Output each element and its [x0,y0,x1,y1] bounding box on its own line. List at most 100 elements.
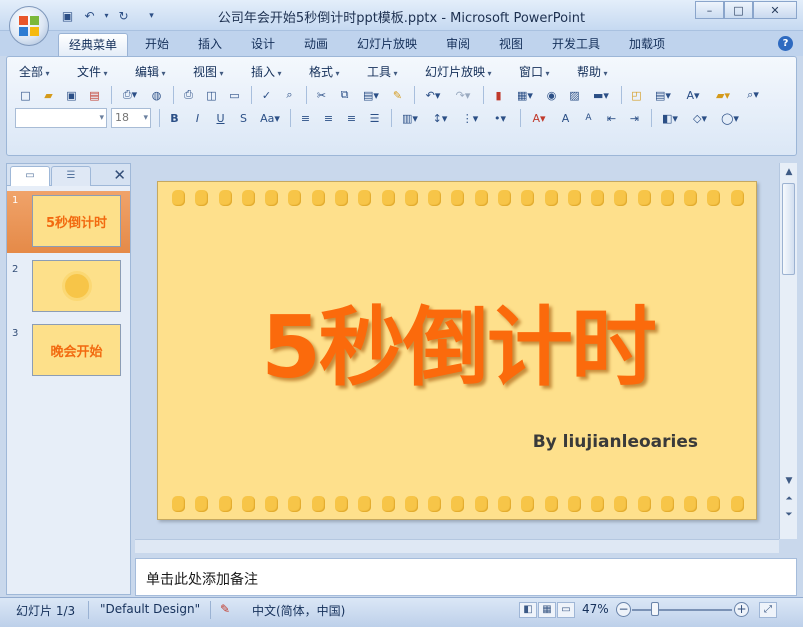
clip-art-icon[interactable]: ◉ [541,85,562,105]
underline-icon[interactable]: U [210,108,231,128]
change-case-icon[interactable]: Aa▾ [256,108,284,128]
redo-icon[interactable]: ↷▾ [449,85,477,105]
shadow-icon[interactable]: S [233,108,254,128]
zoom-level[interactable]: 47% [582,602,609,616]
decrease-indent-icon[interactable]: ⇤ [601,108,622,128]
next-slide-icon[interactable]: ⏷ [781,507,797,523]
office-button[interactable] [9,6,49,46]
close-button[interactable]: ✕ [753,1,797,19]
justify-icon[interactable]: ☰ [364,108,385,128]
table-icon[interactable]: ▦▾ [511,85,539,105]
align-right-icon[interactable]: ≡ [341,108,362,128]
slides-tab-icon[interactable]: ▭ [10,166,50,186]
slideshow-view-icon[interactable]: ▭ [557,602,575,618]
help-icon[interactable]: ? [778,36,793,51]
picture-icon[interactable]: ▨ [564,85,585,105]
zoom-icon[interactable]: ⌕▾ [739,85,767,105]
outline-tab-icon[interactable]: ☰ [51,166,91,186]
tab-developer[interactable]: 开发工具 [542,33,610,56]
close-pane-icon[interactable]: ✕ [113,166,126,184]
zoom-out-button[interactable]: − [616,602,631,617]
notes-pane[interactable]: 单击此处添加备注 [135,558,797,596]
paste-icon[interactable]: ▤▾ [357,85,385,105]
print-icon[interactable]: ⎙ [178,85,199,105]
open-icon[interactable]: ▰ [38,85,59,105]
slide-title[interactable]: 5秒倒计时 [158,277,758,402]
format-painter-icon[interactable]: ✎ [387,85,408,105]
tab-review[interactable]: 审阅 [436,33,480,56]
new-slide-icon[interactable]: ◰ [626,85,647,105]
menu-all[interactable]: 全部 [19,63,50,80]
fill-color-icon[interactable]: ▬▾ [587,85,615,105]
zoom-slider-knob[interactable] [651,602,659,616]
grow-font-icon[interactable]: A [555,108,576,128]
italic-icon[interactable]: I [187,108,208,128]
copy-icon[interactable]: ⧉ [334,85,355,105]
print-preview-icon[interactable]: ⎙▾ [116,85,144,105]
spelling-icon[interactable]: ✓ [256,85,277,105]
shrink-font-icon[interactable]: A [578,108,599,128]
text-box-icon[interactable]: A▾ [679,85,707,105]
chart-icon[interactable]: ▮ [488,85,509,105]
tab-insert[interactable]: 插入 [188,33,232,56]
layout-icon[interactable]: ▤▾ [649,85,677,105]
find-icon[interactable]: ⌕ [279,85,300,105]
preview-icon[interactable]: ◫ [201,85,222,105]
menu-slideshow[interactable]: 幻灯片放映 [425,63,492,80]
permission-icon[interactable]: ▤ [84,85,105,105]
menu-view[interactable]: 视图 [193,63,224,80]
normal-view-icon[interactable]: ◧ [519,602,537,618]
font-color-icon[interactable]: A▾ [525,108,553,128]
align-center-icon[interactable]: ≡ [318,108,339,128]
align-left-icon[interactable]: ≡ [295,108,316,128]
menu-window[interactable]: 窗口 [519,63,550,80]
tab-slideshow[interactable]: 幻灯片放映 [347,33,427,56]
maximize-button[interactable]: □ [724,1,753,19]
scroll-down-icon[interactable]: ▼ [781,473,797,489]
save-icon[interactable]: ▣ [61,85,82,105]
menu-format[interactable]: 格式 [309,63,340,80]
menu-tools[interactable]: 工具 [367,63,398,80]
new-icon[interactable]: □ [15,85,36,105]
font-size-combo[interactable]: 18 [111,108,151,128]
menu-help[interactable]: 帮助 [577,63,608,80]
bullets-icon[interactable]: •▾ [486,108,514,128]
slide-thumbnail-1[interactable]: 1 5秒倒计时 [7,191,130,253]
bold-icon[interactable]: B [164,108,185,128]
minimize-button[interactable]: – [695,1,724,19]
fit-to-window-icon[interactable]: ⤢ [759,602,777,618]
cut-icon[interactable]: ✂ [311,85,332,105]
slide-subtitle[interactable]: By liujianleoaries [533,432,698,452]
scroll-up-icon[interactable]: ▲ [781,164,797,180]
slide-canvas[interactable]: 5秒倒计时 By liujianleoaries [157,181,757,520]
spellcheck-icon[interactable]: ✎ [220,602,230,616]
increase-indent-icon[interactable]: ⇥ [624,108,645,128]
zoom-slider[interactable] [632,609,732,611]
numbering-icon[interactable]: ⋮▾ [456,108,484,128]
previous-slide-icon[interactable]: ⏶ [781,491,797,507]
tab-view[interactable]: 视图 [489,33,533,56]
slide-thumbnail-2[interactable]: 2 [7,260,130,322]
arrange-icon[interactable]: ◧▾ [656,108,684,128]
line-spacing-icon[interactable]: ↕▾ [426,108,454,128]
menu-edit[interactable]: 编辑 [135,63,166,80]
shapes-icon[interactable]: ◇▾ [686,108,714,128]
slide-thumbnail-3[interactable]: 3 晚会开始 [7,324,130,386]
zoom-in-button[interactable]: + [734,602,749,617]
folder-icon[interactable]: ▰▾ [709,85,737,105]
scroll-thumb[interactable] [782,183,795,275]
columns-icon[interactable]: ▥▾ [396,108,424,128]
language-indicator[interactable]: 中文(简体，中国) [252,602,345,619]
tab-classic-menu[interactable]: 经典菜单 [58,33,129,56]
tab-animations[interactable]: 动画 [294,33,338,56]
shape-outline-icon[interactable]: ◯▾ [716,108,744,128]
font-name-combo[interactable] [15,108,107,128]
menu-insert[interactable]: 插入 [251,63,282,80]
select-icon[interactable]: ▭ [224,85,245,105]
tab-design[interactable]: 设计 [241,33,285,56]
slide-sorter-icon[interactable]: ▦ [538,602,556,618]
tab-addins[interactable]: 加载项 [619,33,675,56]
vertical-scrollbar[interactable]: ▲ ▼ ⏶ ⏷ [779,163,797,539]
research-icon[interactable]: ◍ [146,85,167,105]
tab-home[interactable]: 开始 [135,33,179,56]
